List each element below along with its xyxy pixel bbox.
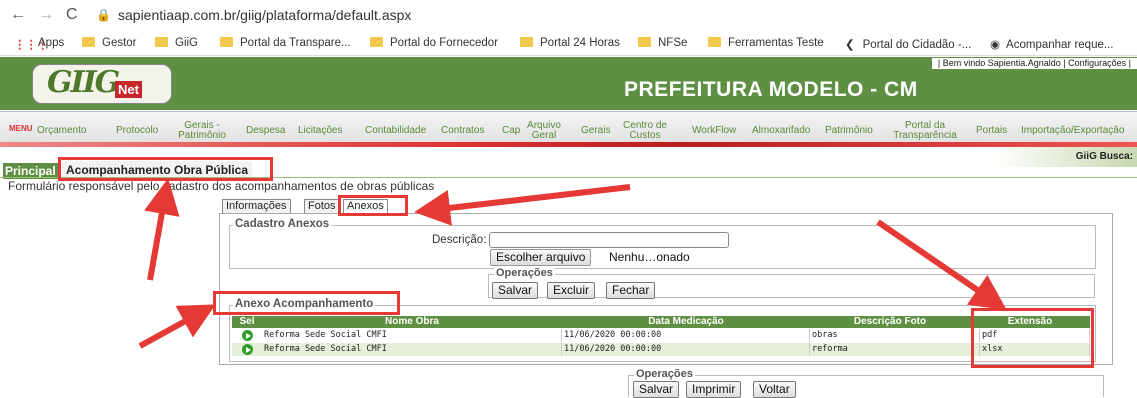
arrow-to-anexo-legend xyxy=(138,304,216,349)
arrow-to-anexos-tab xyxy=(414,184,631,226)
arrow-to-extensao xyxy=(876,219,1007,311)
arrow-to-title xyxy=(144,178,180,281)
annotation-arrows xyxy=(138,178,1007,349)
